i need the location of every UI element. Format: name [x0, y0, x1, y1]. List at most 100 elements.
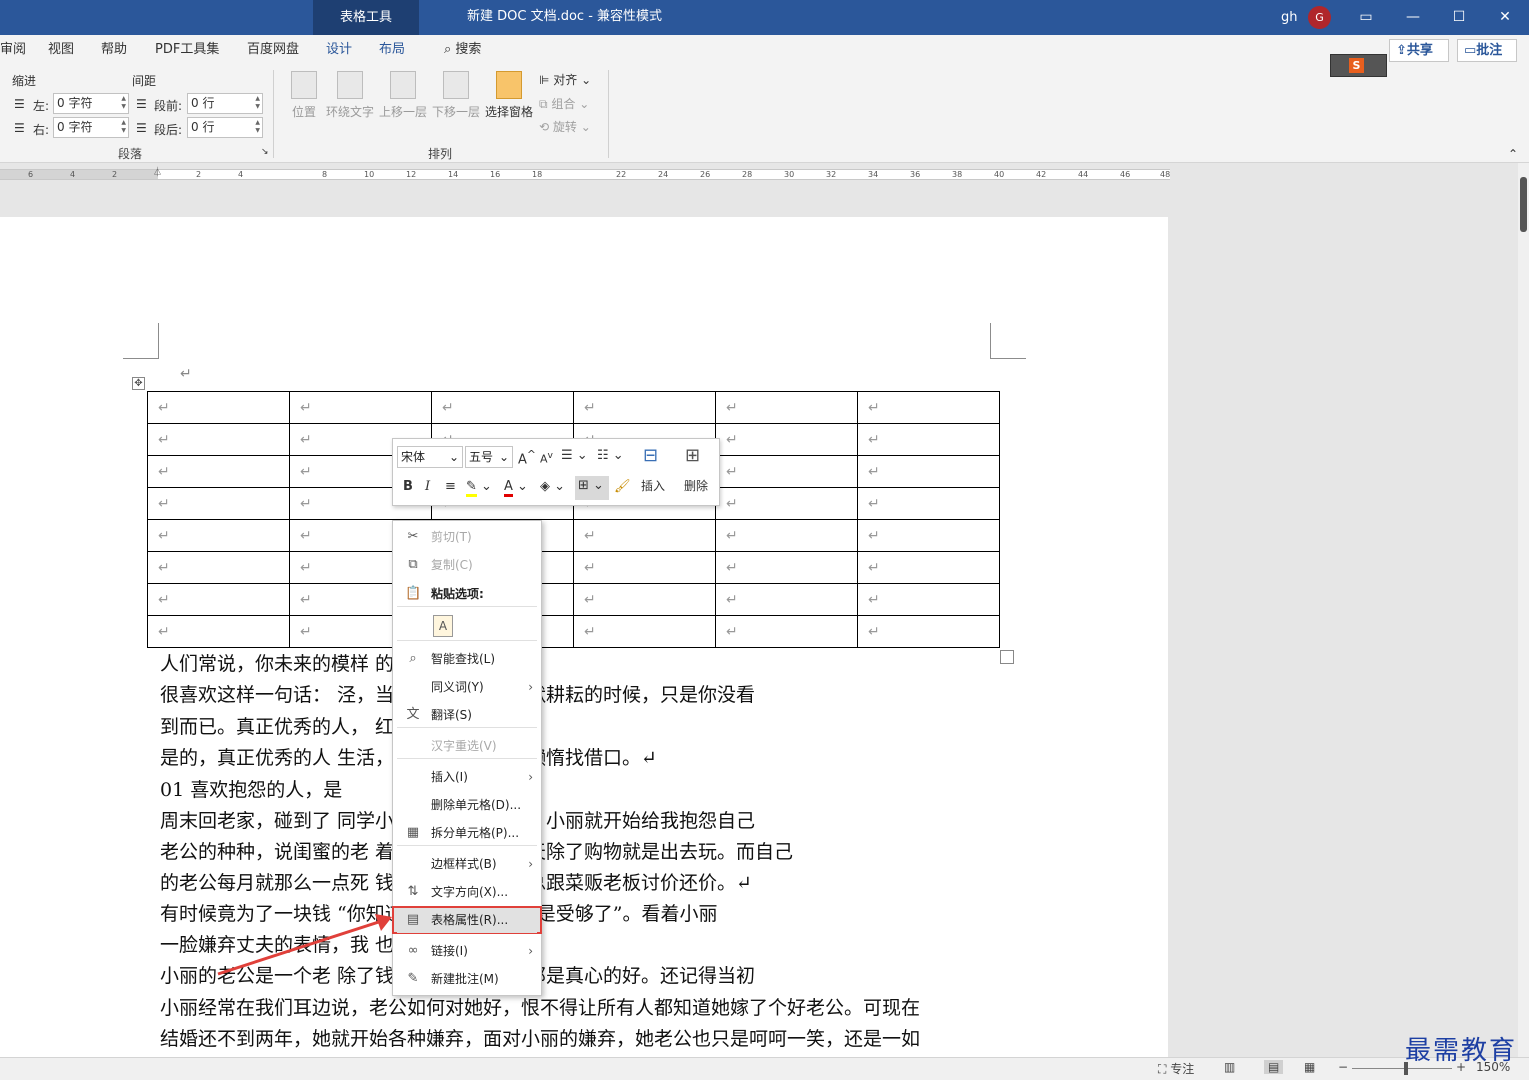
- italic-button[interactable]: I: [425, 479, 430, 494]
- document-table[interactable]: ↵↵↵↵↵↵↵↵↵↵↵↵↵↵↵↵↵↵↵↵↵↵↵↵↵↵↵↵↵↵↵↵↵↵↵↵↵↵↵↵…: [147, 391, 1000, 648]
- table-cell[interactable]: ↵: [431, 391, 574, 424]
- table-cell[interactable]: ↵: [857, 519, 1000, 552]
- table-cell[interactable]: ↵: [857, 487, 1000, 520]
- body-text-line[interactable]: 到而已。真正优秀的人， 红。↵: [160, 712, 429, 743]
- rotate-button[interactable]: ⟲ 旋转 ⌄: [539, 118, 591, 135]
- center-align-icon[interactable]: ≡: [445, 479, 456, 494]
- table-cell[interactable]: ↵: [857, 615, 1000, 648]
- spinner-icon[interactable]: ▲ ▼: [121, 119, 126, 135]
- table-cell[interactable]: ↵: [715, 455, 858, 488]
- ime-toolbar[interactable]: S: [1330, 54, 1387, 77]
- spacing-before-input[interactable]: 0 行 ▲ ▼: [187, 93, 263, 114]
- table-cell[interactable]: ↵: [147, 519, 290, 552]
- tab-baidu-netdisk[interactable]: 百度网盘: [247, 35, 299, 64]
- menu-item-1[interactable]: ✂ 剪切(T): [393, 524, 541, 550]
- table-cell[interactable]: ↵: [147, 423, 290, 456]
- spacing-after-input[interactable]: 0 行 ▲ ▼: [187, 117, 263, 138]
- indent-marker-icon[interactable]: ⏃: [153, 165, 162, 178]
- table-cell[interactable]: ↵: [715, 551, 858, 584]
- spinner-icon[interactable]: ▲ ▼: [121, 95, 126, 111]
- grow-font-button[interactable]: A^: [518, 448, 536, 467]
- menu-item-8[interactable]: 插入(I) ›: [393, 764, 541, 790]
- ribbon-display-icon[interactable]: ▭: [1343, 0, 1389, 35]
- table-cell[interactable]: ↵: [147, 615, 290, 648]
- font-size-select[interactable]: 五号 ⌄: [465, 446, 513, 468]
- table-cell[interactable]: ↵: [573, 519, 716, 552]
- menu-item-7[interactable]: 汉字重选(V): [393, 733, 541, 759]
- table-cell[interactable]: ↵: [857, 583, 1000, 616]
- insert-button-label[interactable]: 插入: [641, 477, 665, 494]
- minimize-icon[interactable]: —: [1390, 0, 1436, 35]
- user-name[interactable]: gh: [1281, 0, 1298, 35]
- numbering-button[interactable]: ☷ ⌄: [597, 448, 624, 463]
- group-button[interactable]: ⧉ 组合 ⌄: [539, 95, 589, 112]
- body-text-line[interactable]: 小丽经常在我们耳边说，老公如何对她好，恨不得让所有人都知道她嫁了个好老公。可现在: [160, 993, 920, 1024]
- bold-button[interactable]: B: [403, 479, 413, 494]
- delete-table-icon[interactable]: ⊞: [685, 445, 700, 466]
- table-cell[interactable]: ↵: [573, 551, 716, 584]
- table-cell[interactable]: ↵: [147, 551, 290, 584]
- font-name-select[interactable]: 宋体 ⌄: [397, 446, 463, 468]
- wrap-text-button[interactable]: 环绕文字: [325, 71, 375, 120]
- menu-item-9[interactable]: 删除单元格(D)...: [393, 792, 541, 818]
- focus-mode-button[interactable]: ⛶ 专注: [1158, 1060, 1194, 1077]
- bullets-button[interactable]: ☰ ⌄: [561, 448, 588, 463]
- table-cell[interactable]: ↵: [715, 519, 858, 552]
- table-tools-tab[interactable]: 表格工具: [313, 0, 419, 35]
- shrink-font-button[interactable]: Av: [540, 450, 553, 466]
- tab-review[interactable]: 审阅: [0, 35, 26, 64]
- borders-button[interactable]: ⊞ ⌄: [575, 476, 609, 500]
- indent-left-input[interactable]: 0 字符 ▲ ▼: [53, 93, 129, 114]
- menu-item-6[interactable]: 文翻译(S): [393, 702, 541, 728]
- insert-table-icon[interactable]: ⊟: [643, 445, 658, 466]
- menu-item-11[interactable]: 边框样式(B) ›: [393, 851, 541, 877]
- table-move-handle-icon[interactable]: ✥: [132, 377, 145, 390]
- scrollbar-thumb[interactable]: [1520, 177, 1527, 232]
- vertical-scrollbar[interactable]: [1518, 163, 1529, 1057]
- collapse-ribbon-icon[interactable]: ⌃: [1508, 147, 1518, 161]
- menu-item-4[interactable]: ⌕ 智能查找(L): [393, 646, 541, 672]
- table-cell[interactable]: ↵: [289, 391, 432, 424]
- horizontal-ruler[interactable]: 6 4 2 2 4 8 10 12 14 16 18 22 24 26 28 30 32 34 36 38 40 42 44…: [0, 163, 1170, 187]
- paste-keep-text-icon[interactable]: A: [433, 615, 453, 637]
- tab-design[interactable]: 设计: [326, 35, 352, 64]
- table-cell[interactable]: ↵: [715, 615, 858, 648]
- delete-button-label[interactable]: 删除: [684, 477, 708, 494]
- web-layout-icon[interactable]: ▦: [1304, 1060, 1315, 1074]
- table-cell[interactable]: ↵: [573, 583, 716, 616]
- table-cell[interactable]: ↵: [147, 487, 290, 520]
- body-text-line[interactable]: 结婚还不到两年，她就开始各种嫌弃，面对小丽的嫌弃，她老公也只是呵呵一笑，还是一如: [160, 1024, 920, 1055]
- print-layout-icon[interactable]: ▤: [1264, 1060, 1284, 1074]
- zoom-slider-track[interactable]: [1352, 1068, 1452, 1069]
- table-cell[interactable]: ↵: [715, 487, 858, 520]
- dialog-launcher-icon[interactable]: ↘: [261, 147, 269, 157]
- menu-item-3[interactable]: 📋 粘贴选项:: [393, 581, 541, 607]
- maximize-icon[interactable]: ☐: [1436, 0, 1482, 35]
- table-cell[interactable]: ↵: [715, 423, 858, 456]
- body-text-line[interactable]: 01 喜欢抱怨的人，是: [160, 775, 342, 806]
- table-resize-handle[interactable]: [1000, 650, 1014, 664]
- table-cell[interactable]: ↵: [147, 455, 290, 488]
- menu-item-5[interactable]: 同义词(Y) ›: [393, 674, 541, 700]
- send-backward-button[interactable]: 下移一层: [431, 71, 481, 120]
- format-painter-icon[interactable]: 🖌: [614, 479, 631, 494]
- tab-layout[interactable]: 布局: [379, 35, 405, 64]
- align-button[interactable]: ⊫ 对齐 ⌄: [539, 71, 591, 88]
- highlight-color-button[interactable]: ✎ ⌄: [466, 479, 492, 497]
- spinner-icon[interactable]: ▲ ▼: [255, 95, 260, 111]
- position-button[interactable]: 位置: [288, 71, 320, 120]
- tab-view[interactable]: 视图: [48, 35, 74, 64]
- table-cell[interactable]: ↵: [147, 391, 290, 424]
- search-box[interactable]: ⌕ 搜索: [444, 35, 481, 64]
- read-mode-icon[interactable]: ▥: [1224, 1060, 1235, 1074]
- table-cell[interactable]: ↵: [147, 583, 290, 616]
- table-cell[interactable]: ↵: [857, 455, 1000, 488]
- table-cell[interactable]: ↵: [857, 423, 1000, 456]
- font-color-button[interactable]: A ⌄: [504, 479, 528, 497]
- zoom-out-button[interactable]: −: [1338, 1060, 1348, 1074]
- avatar[interactable]: G: [1308, 6, 1331, 29]
- menu-item-10[interactable]: ▦ 拆分单元格(P)...: [393, 820, 541, 846]
- share-button[interactable]: ⇪共享: [1389, 39, 1449, 62]
- comments-button[interactable]: ▭批注: [1457, 39, 1517, 62]
- selection-pane-button[interactable]: 选择窗格: [484, 71, 534, 120]
